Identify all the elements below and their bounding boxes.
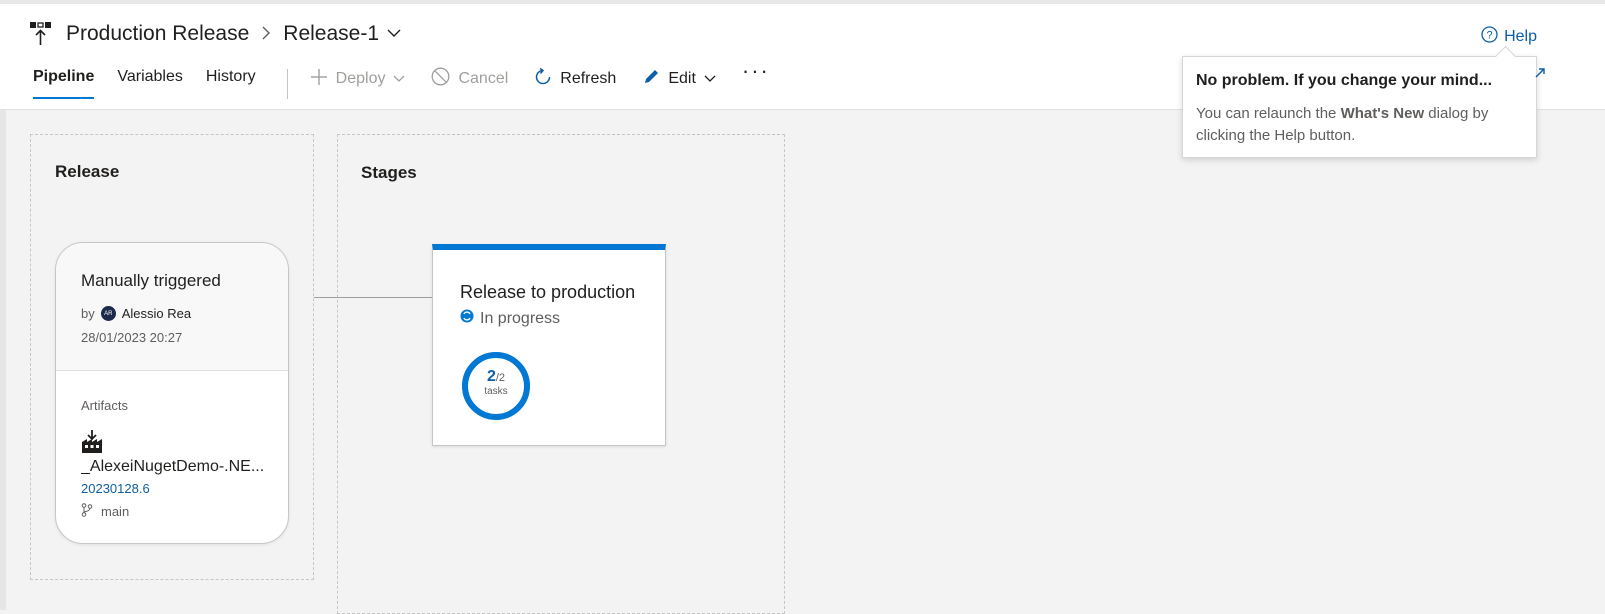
triggered-by: by AR Alessio Rea xyxy=(81,306,191,321)
tasks-done: 2 xyxy=(486,368,496,385)
artifacts-label: Artifacts xyxy=(81,398,128,413)
chevron-right-icon xyxy=(261,24,271,45)
release-pipeline-icon xyxy=(30,22,52,46)
plus-icon xyxy=(310,68,328,91)
stage-connector-line xyxy=(314,297,432,298)
pencil-icon xyxy=(642,68,660,91)
breadcrumb: Production Release Release-1 xyxy=(30,22,401,46)
stage-name: Release to production xyxy=(460,282,636,302)
tasks-total: /2 xyxy=(495,372,506,384)
refresh-label: Refresh xyxy=(560,70,617,87)
deploy-label: Deploy xyxy=(335,70,386,87)
build-number-link[interactable]: 20230128.6 xyxy=(81,481,150,496)
callout-body-prefix: You can relaunch the xyxy=(1196,105,1341,122)
chevron-down-icon xyxy=(704,70,716,88)
tab-variables[interactable]: Variables xyxy=(117,68,183,97)
branch-name: main xyxy=(101,504,130,519)
build-artifact-icon xyxy=(81,430,103,459)
help-button[interactable]: ? Help xyxy=(1481,26,1537,48)
edit-label: Edit xyxy=(668,70,696,87)
avatar: AR xyxy=(100,306,116,321)
external-link-icon[interactable] xyxy=(1534,66,1546,84)
author-name: Alessio Rea xyxy=(121,306,192,321)
release-title[interactable]: Release-1 xyxy=(283,22,379,46)
in-progress-icon xyxy=(460,309,474,328)
svg-text:?: ? xyxy=(1487,30,1493,42)
task-count: 2/2 tasks xyxy=(460,369,532,397)
tab-bar: Pipeline Variables History Deploy Cancel… xyxy=(33,58,796,99)
deploy-button[interactable]: Deploy xyxy=(310,68,406,90)
release-card[interactable]: Manually triggered by AR Alessio Rea 28/… xyxy=(55,242,289,544)
help-circle-icon: ? xyxy=(1481,26,1498,48)
pipeline-title[interactable]: Production Release xyxy=(66,22,249,46)
refresh-button[interactable]: Refresh xyxy=(534,67,617,91)
edit-button[interactable]: Edit xyxy=(642,68,716,90)
trigger-label: Manually triggered xyxy=(81,271,221,290)
whats-new-callout: No problem. If you change your mind... Y… xyxy=(1182,56,1537,158)
tab-pipeline[interactable]: Pipeline xyxy=(33,68,95,99)
cancel-circle-icon xyxy=(431,67,450,91)
callout-title: No problem. If you change your mind... xyxy=(1196,72,1493,89)
stage-status-label: In progress xyxy=(480,309,561,327)
tab-history[interactable]: History xyxy=(206,68,256,97)
stages-panel-title: Stages xyxy=(361,163,417,182)
branch-icon xyxy=(81,503,93,520)
stage-card[interactable]: Release to production In progress 2/2 ta… xyxy=(432,244,666,446)
artifact-name[interactable]: _AlexeiNugetDemo-.NE... xyxy=(81,458,276,476)
chevron-down-icon xyxy=(393,70,405,88)
cancel-label: Cancel xyxy=(458,70,509,87)
more-actions-button[interactable]: ··· xyxy=(742,58,770,83)
help-label: Help xyxy=(1504,28,1537,45)
release-panel-title: Release xyxy=(55,162,120,181)
release-date: 28/01/2023 20:27 xyxy=(81,330,183,345)
cancel-button[interactable]: Cancel xyxy=(431,67,509,91)
chevron-down-icon[interactable] xyxy=(387,25,401,43)
callout-body: You can relaunch the What's New dialog b… xyxy=(1196,103,1526,147)
by-prefix: by xyxy=(81,306,95,321)
callout-body-bold: What's New xyxy=(1340,105,1425,122)
refresh-icon xyxy=(534,67,552,91)
toolbar-divider xyxy=(286,69,288,99)
stage-status: In progress xyxy=(460,309,560,328)
branch-info: main xyxy=(81,503,129,520)
tasks-label: tasks xyxy=(484,386,508,397)
release-trigger-section: Manually triggered by AR Alessio Rea 28/… xyxy=(56,243,288,371)
